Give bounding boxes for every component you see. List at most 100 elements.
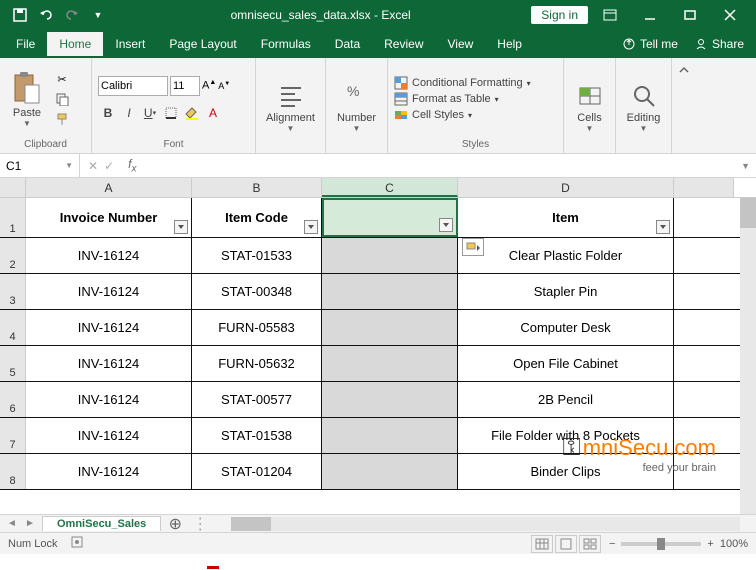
cell[interactable]: STAT-01533 xyxy=(192,238,322,273)
zoom-level[interactable]: 100% xyxy=(720,538,748,550)
cell[interactable]: Stapler Pin xyxy=(458,274,674,309)
underline-button[interactable]: U▾ xyxy=(140,103,160,123)
cell[interactable] xyxy=(322,238,458,273)
cell[interactable]: Computer Desk xyxy=(458,310,674,345)
cell[interactable]: INV-16124 xyxy=(26,346,192,381)
signin-button[interactable]: Sign in xyxy=(531,6,588,24)
cell[interactable] xyxy=(322,454,458,489)
horizontal-scrollbar[interactable] xyxy=(231,517,740,531)
filter-icon[interactable] xyxy=(174,220,188,234)
cell[interactable]: STAT-01204 xyxy=(192,454,322,489)
paste-button[interactable]: Paste ▼ xyxy=(6,71,48,128)
header-cell[interactable]: Item xyxy=(458,198,674,237)
cell[interactable] xyxy=(322,274,458,309)
close-icon[interactable] xyxy=(712,0,748,30)
cell[interactable]: INV-16124 xyxy=(26,274,192,309)
header-cell[interactable]: Invoice Number xyxy=(26,198,192,237)
formula-input[interactable] xyxy=(142,154,735,177)
qat-customize-icon[interactable]: ▼ xyxy=(86,4,110,26)
cell[interactable]: STAT-01538 xyxy=(192,418,322,453)
cell[interactable]: Clear Plastic Folder xyxy=(458,238,674,273)
header-cell-selected[interactable] xyxy=(322,198,458,237)
cell[interactable]: INV-16124 xyxy=(26,310,192,345)
column-header-a[interactable]: A xyxy=(26,178,192,197)
filter-icon[interactable] xyxy=(439,218,453,232)
sheet-nav-next-icon[interactable]: ► xyxy=(22,516,38,532)
name-box[interactable]: C1▼ xyxy=(0,154,80,177)
fill-color-icon[interactable] xyxy=(182,103,202,123)
cell[interactable]: Open File Cabinet xyxy=(458,346,674,381)
cell[interactable]: STAT-00577 xyxy=(192,382,322,417)
cell[interactable] xyxy=(322,418,458,453)
normal-view-icon[interactable] xyxy=(531,535,553,553)
filter-icon[interactable] xyxy=(304,220,318,234)
zoom-out-icon[interactable]: − xyxy=(609,538,615,550)
tab-home[interactable]: Home xyxy=(47,32,103,56)
cell[interactable]: Binder Clips xyxy=(458,454,674,489)
cell[interactable]: INV-16124 xyxy=(26,382,192,417)
font-name-input[interactable] xyxy=(98,76,168,96)
vertical-scrollbar[interactable] xyxy=(740,198,756,514)
row-header[interactable]: 1 xyxy=(0,198,26,237)
cell[interactable]: INV-16124 xyxy=(26,454,192,489)
page-layout-view-icon[interactable] xyxy=(555,535,577,553)
cell[interactable]: INV-16124 xyxy=(26,418,192,453)
cell[interactable] xyxy=(322,346,458,381)
save-icon[interactable] xyxy=(8,4,32,26)
undo-icon[interactable] xyxy=(34,4,58,26)
alignment-button[interactable]: Alignment▼ xyxy=(262,76,319,133)
number-button[interactable]: %Number▼ xyxy=(332,76,381,133)
cell[interactable]: STAT-00348 xyxy=(192,274,322,309)
tab-view[interactable]: View xyxy=(436,32,486,56)
font-size-input[interactable] xyxy=(170,76,200,96)
row-header[interactable]: 7 xyxy=(0,418,26,453)
row-header[interactable]: 4 xyxy=(0,310,26,345)
filter-icon[interactable] xyxy=(656,220,670,234)
column-header-e[interactable] xyxy=(674,178,734,197)
select-all-corner[interactable] xyxy=(0,178,26,197)
cells-button[interactable]: Cells▼ xyxy=(570,76,609,133)
tab-help[interactable]: Help xyxy=(485,32,534,56)
format-painter-icon[interactable] xyxy=(52,110,72,128)
cut-icon[interactable]: ✂ xyxy=(52,70,72,88)
editing-button[interactable]: Editing▼ xyxy=(622,76,665,133)
decrease-font-icon[interactable]: A▼ xyxy=(218,81,230,91)
row-header[interactable]: 2 xyxy=(0,238,26,273)
cell-styles-button[interactable]: Cell Styles▾ xyxy=(394,108,531,122)
new-sheet-icon[interactable]: ⊕ xyxy=(165,516,185,532)
row-header[interactable]: 8 xyxy=(0,454,26,489)
tellme-button[interactable]: Tell me xyxy=(614,37,686,51)
conditional-formatting-button[interactable]: Conditional Formatting▾ xyxy=(394,76,531,90)
bold-button[interactable]: B xyxy=(98,103,118,123)
sheet-nav-prev-icon[interactable]: ◄ xyxy=(4,516,20,532)
fx-icon[interactable]: fx xyxy=(122,157,142,174)
cell[interactable] xyxy=(322,382,458,417)
row-header[interactable]: 3 xyxy=(0,274,26,309)
column-header-b[interactable]: B xyxy=(192,178,322,197)
column-header-c[interactable]: C xyxy=(322,178,458,197)
expand-formula-bar-icon[interactable]: ▼ xyxy=(735,161,756,171)
header-cell[interactable]: Item Code xyxy=(192,198,322,237)
page-break-view-icon[interactable] xyxy=(579,535,601,553)
format-as-table-button[interactable]: Format as Table▾ xyxy=(394,92,531,106)
italic-button[interactable]: I xyxy=(119,103,139,123)
row-header[interactable]: 6 xyxy=(0,382,26,417)
cell[interactable] xyxy=(322,310,458,345)
share-button[interactable]: Share xyxy=(686,37,752,51)
insert-options-icon[interactable] xyxy=(462,238,484,256)
zoom-slider[interactable] xyxy=(621,542,701,546)
border-icon[interactable] xyxy=(161,103,181,123)
row-header[interactable]: 5 xyxy=(0,346,26,381)
column-header-d[interactable]: D xyxy=(458,178,674,197)
zoom-in-icon[interactable]: + xyxy=(707,538,713,550)
cell[interactable]: INV-16124 xyxy=(26,238,192,273)
collapse-ribbon-icon[interactable] xyxy=(672,58,696,152)
worksheet-grid[interactable]: A B C D 1 Invoice Number Item Code Item … xyxy=(0,178,756,514)
cell[interactable]: FURN-05583 xyxy=(192,310,322,345)
tab-file[interactable]: File xyxy=(4,32,47,56)
tab-insert[interactable]: Insert xyxy=(103,32,157,56)
tab-page-layout[interactable]: Page Layout xyxy=(157,32,248,56)
macro-record-icon[interactable] xyxy=(70,535,84,552)
tab-data[interactable]: Data xyxy=(323,32,372,56)
maximize-icon[interactable] xyxy=(672,0,708,30)
